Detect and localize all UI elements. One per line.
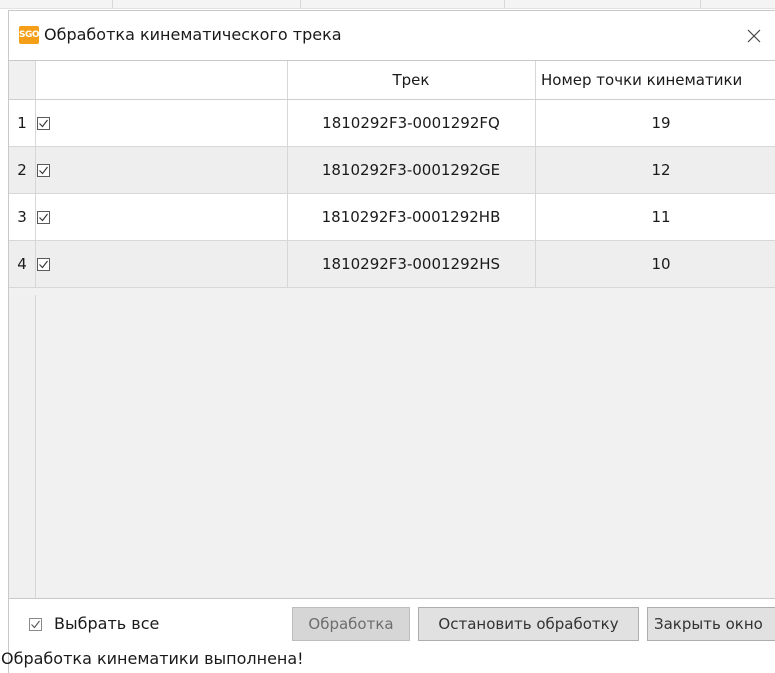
- point-number-cell: 19: [651, 114, 671, 132]
- background-app-header: [0, 0, 775, 9]
- check-mark-icon: [31, 620, 40, 628]
- status-message: Обработка кинематики выполнена!: [1, 649, 304, 668]
- background-column-separator: [112, 0, 113, 8]
- row-checkbox[interactable]: [37, 116, 50, 130]
- close-dialog-button[interactable]: Закрыть окно: [647, 607, 775, 641]
- row-select-cell[interactable]: [36, 194, 288, 240]
- point-number-cell: 12: [651, 161, 671, 179]
- stop-processing-button[interactable]: Остановить обработку: [418, 607, 639, 641]
- row-number: 4: [9, 241, 36, 287]
- close-icon: [747, 29, 761, 43]
- tracks-table: Трек Номер точки кинематики 1 1810292F3-…: [9, 60, 775, 598]
- header-track-column[interactable]: Трек: [287, 61, 536, 99]
- table-header-row: Трек Номер точки кинематики: [9, 61, 775, 100]
- track-id-cell: 1810292F3-0001292GE: [287, 147, 536, 193]
- background-column-separator: [504, 0, 505, 8]
- point-number-cell: 10: [651, 255, 671, 273]
- row-checkbox[interactable]: [37, 257, 50, 271]
- title-bar: SGO Обработка кинематического трека: [9, 11, 775, 60]
- table-row[interactable]: 1 1810292F3-0001292FQ 19: [9, 100, 775, 147]
- check-mark-icon: [39, 260, 48, 268]
- row-checkbox[interactable]: [37, 163, 50, 177]
- header-select-column[interactable]: [36, 61, 288, 99]
- table-row[interactable]: 2 1810292F3-0001292GE 12: [9, 147, 775, 194]
- check-mark-icon: [39, 119, 48, 127]
- row-number: 1: [9, 100, 36, 146]
- track-id-cell: 1810292F3-0001292HS: [287, 241, 536, 287]
- table-row[interactable]: 4 1810292F3-0001292HS 10: [9, 241, 775, 288]
- kinematic-track-dialog: SGO Обработка кинематического трека Трек…: [1, 10, 775, 673]
- window-title: Обработка кинематического трека: [44, 25, 342, 44]
- track-id-cell: 1810292F3-0001292HB: [287, 194, 536, 240]
- row-number: 3: [9, 194, 36, 240]
- select-all-label: Выбрать все: [54, 614, 160, 633]
- background-column-separator: [700, 0, 701, 8]
- row-checkbox[interactable]: [37, 210, 50, 224]
- header-point-number-column[interactable]: Номер точки кинематики: [536, 61, 775, 99]
- check-mark-icon: [39, 166, 48, 174]
- check-mark-icon: [39, 213, 48, 221]
- row-select-cell[interactable]: [36, 147, 288, 193]
- select-all-box[interactable]: [29, 617, 42, 631]
- point-number-cell: 11: [651, 208, 671, 226]
- sgo-app-icon: SGO: [19, 26, 40, 44]
- track-id-cell: 1810292F3-0001292FQ: [287, 100, 536, 146]
- table-row[interactable]: 3 1810292F3-0001292HB 11: [9, 194, 775, 241]
- select-all-checkbox[interactable]: Выбрать все: [29, 615, 159, 633]
- row-number: 2: [9, 147, 36, 193]
- header-corner-cell[interactable]: [9, 61, 36, 99]
- row-select-cell[interactable]: [36, 241, 288, 287]
- background-column-separator: [300, 0, 301, 8]
- action-bar: Выбрать все Обработка Остановить обработ…: [9, 598, 775, 647]
- row-header-strip: [9, 295, 36, 598]
- process-button[interactable]: Обработка: [292, 607, 410, 641]
- close-window-button[interactable]: [737, 21, 771, 51]
- row-select-cell[interactable]: [36, 100, 288, 146]
